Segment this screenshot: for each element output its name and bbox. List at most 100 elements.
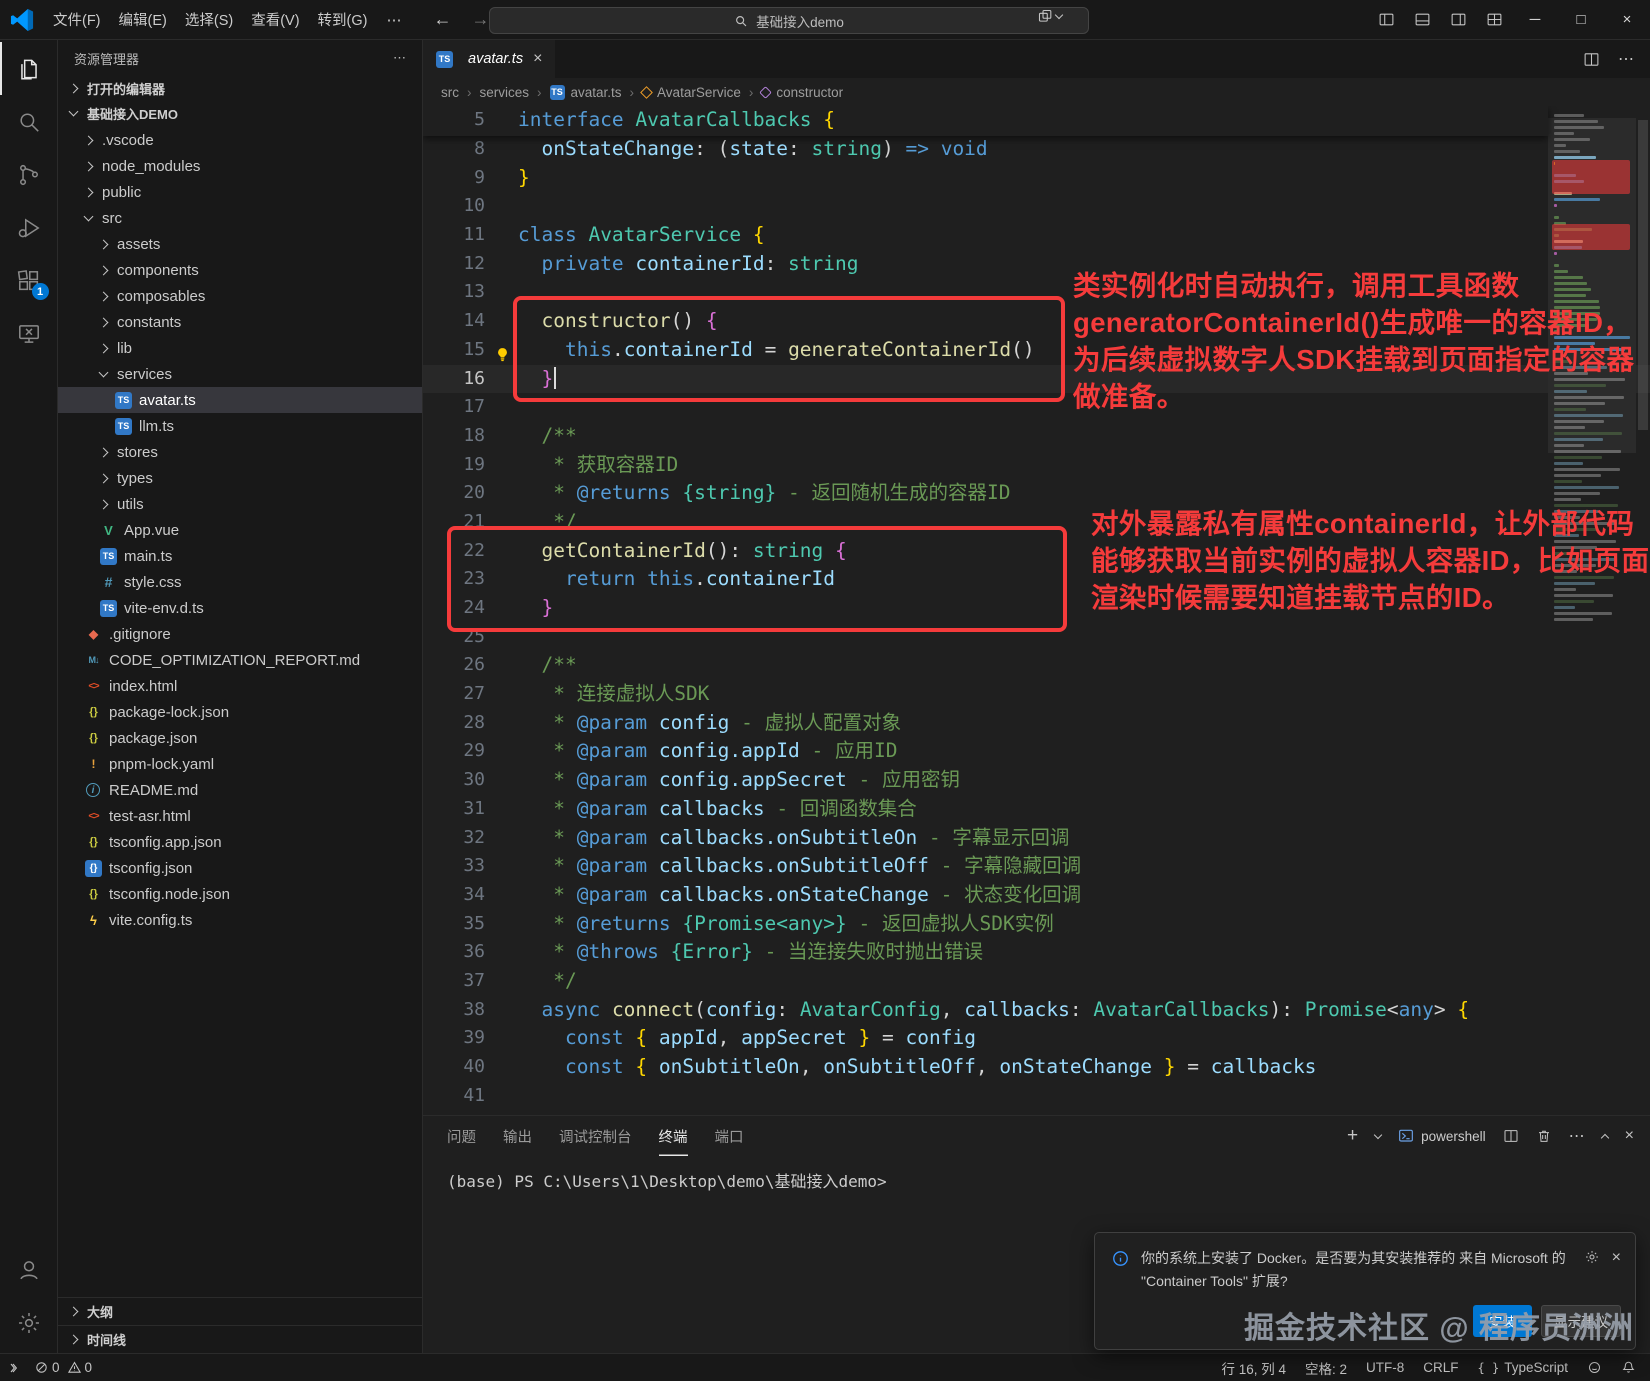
tree-folder-utils[interactable]: utils: [58, 491, 422, 517]
code-line-26[interactable]: 26 /**: [423, 651, 1650, 680]
chevron-right-icon[interactable]: [98, 239, 109, 249]
code-line-28[interactable]: 28 * @param config - 虚拟人配置对象: [423, 709, 1650, 738]
window-close-button[interactable]: ×: [1604, 0, 1650, 39]
code-line-32[interactable]: 32 * @param callbacks.onSubtitleOn - 字幕显…: [423, 824, 1650, 853]
line-number[interactable]: 26: [423, 651, 485, 680]
tree-folder-constants[interactable]: constants: [58, 309, 422, 335]
tree-file-package-lock.json[interactable]: {} package-lock.json: [58, 699, 422, 725]
tree-folder-node_modules[interactable]: node_modules: [58, 153, 422, 179]
chevron-right-icon[interactable]: [83, 161, 94, 171]
breadcrumb-src[interactable]: src: [441, 85, 459, 100]
profiles-icon[interactable]: [1037, 8, 1064, 25]
code-line-9[interactable]: 9}: [423, 164, 1650, 193]
line-number[interactable]: 41: [423, 1082, 485, 1111]
tree-folder-.vscode[interactable]: .vscode: [58, 127, 422, 153]
code-line-41[interactable]: 41: [423, 1082, 1650, 1111]
scrollbar-thumb[interactable]: [1638, 120, 1648, 430]
line-number[interactable]: 39: [423, 1024, 485, 1053]
line-number[interactable]: 20: [423, 479, 485, 508]
line-number[interactable]: 36: [423, 938, 485, 967]
code-line-30[interactable]: 30 * @param config.appSecret - 应用密钥: [423, 766, 1650, 795]
terminal-profile-chevron-icon[interactable]: [1373, 1130, 1383, 1139]
line-number[interactable]: 30: [423, 766, 485, 795]
code-line-27[interactable]: 27 * 连接虚拟人SDK: [423, 680, 1650, 709]
code-line-10[interactable]: 10: [423, 192, 1650, 221]
language-mode[interactable]: { } TypeScript: [1478, 1360, 1568, 1375]
tree-file-avatar.ts[interactable]: TS avatar.ts: [58, 387, 422, 413]
run-debug-icon[interactable]: [0, 201, 58, 254]
settings-gear-icon[interactable]: [0, 1296, 58, 1349]
code-line-11[interactable]: 11 class AvatarService {: [423, 221, 1650, 250]
tree-folder-services[interactable]: services: [58, 361, 422, 387]
toggle-sidebar-icon[interactable]: [1368, 0, 1404, 39]
tab-close-icon[interactable]: ×: [533, 50, 542, 68]
problems-indicator[interactable]: 0 0: [34, 1360, 92, 1375]
menu-文件(F)[interactable]: 文件(F): [44, 5, 110, 34]
line-number[interactable]: 11: [423, 221, 485, 250]
cursor-position[interactable]: 行 16, 列 4: [1221, 1358, 1286, 1378]
tree-file-vite.config.ts[interactable]: ϟ vite.config.ts: [58, 907, 422, 933]
line-number[interactable]: 37: [423, 967, 485, 996]
line-number[interactable]: 16: [423, 365, 485, 394]
encoding[interactable]: UTF-8: [1366, 1360, 1404, 1375]
split-editor-icon[interactable]: [1583, 51, 1600, 68]
chevron-right-icon[interactable]: [98, 291, 109, 301]
indentation[interactable]: 空格: 2: [1305, 1358, 1347, 1378]
tree-file-test-asr.html[interactable]: <> test-asr.html: [58, 803, 422, 829]
extensions-icon[interactable]: 1: [0, 254, 58, 307]
line-number[interactable]: 12: [423, 250, 485, 279]
code-line-36[interactable]: 36 * @throws {Error} - 当连接失败时抛出错误: [423, 938, 1650, 967]
code-line-37[interactable]: 37 */: [423, 967, 1650, 996]
line-number[interactable]: 38: [423, 996, 485, 1025]
tab-avatar-ts[interactable]: TS avatar.ts ×: [423, 40, 556, 78]
line-number[interactable]: 28: [423, 709, 485, 738]
tree-file-App.vue[interactable]: V App.vue: [58, 517, 422, 543]
panel-tab-调试控制台[interactable]: 调试控制台: [559, 1116, 632, 1156]
line-number[interactable]: 34: [423, 881, 485, 910]
nav-forward-icon[interactable]: →: [471, 9, 489, 30]
code-line-33[interactable]: 33 * @param callbacks.onSubtitleOff - 字幕…: [423, 852, 1650, 881]
line-number[interactable]: 18: [423, 422, 485, 451]
tree-folder-assets[interactable]: assets: [58, 231, 422, 257]
tree-folder-composables[interactable]: composables: [58, 283, 422, 309]
source-control-icon[interactable]: [0, 148, 58, 201]
code-line-31[interactable]: 31 * @param callbacks - 回调函数集合: [423, 795, 1650, 824]
chevron-right-icon[interactable]: [98, 499, 109, 509]
chevron-right-icon[interactable]: [83, 187, 94, 197]
tree-folder-public[interactable]: public: [58, 179, 422, 205]
line-number[interactable]: 15: [423, 336, 485, 365]
line-number[interactable]: 35: [423, 910, 485, 939]
code-line-38[interactable]: 38 async connect(config: AvatarConfig, c…: [423, 996, 1650, 1025]
eol-sequence[interactable]: CRLF: [1423, 1360, 1458, 1375]
editor-more-icon[interactable]: ⋯: [1618, 49, 1634, 69]
line-number[interactable]: 40: [423, 1053, 485, 1082]
breadcrumb-AvatarService[interactable]: AvatarService: [640, 85, 741, 100]
code-line-29[interactable]: 29 * @param config.appId - 应用ID: [423, 737, 1650, 766]
chevron-right-icon[interactable]: [98, 447, 109, 457]
breadcrumb-services[interactable]: services: [480, 85, 530, 100]
window-maximize-button[interactable]: □: [1558, 0, 1604, 39]
tree-file-tsconfig.app.json[interactable]: {} tsconfig.app.json: [58, 829, 422, 855]
remote-explorer-icon[interactable]: [0, 307, 58, 360]
tree-folder-stores[interactable]: stores: [58, 439, 422, 465]
menu-选择(S)[interactable]: 选择(S): [176, 5, 242, 34]
tree-folder-src[interactable]: src: [58, 205, 422, 231]
kill-terminal-trash-icon[interactable]: [1536, 1128, 1552, 1144]
code-editor[interactable]: 8 onStateChange: (state: string) => void…: [423, 106, 1650, 1115]
window-minimize-button[interactable]: ─: [1512, 0, 1558, 39]
terminal-shell-item[interactable]: powershell: [1398, 1128, 1486, 1144]
close-panel-icon[interactable]: ×: [1625, 1127, 1634, 1145]
code-line-39[interactable]: 39 const { appId, appSecret } = config: [423, 1024, 1650, 1053]
line-number[interactable]: 19: [423, 451, 485, 480]
code-line-19[interactable]: 19 * 获取容器ID: [423, 451, 1650, 480]
code-line-18[interactable]: 18 /**: [423, 422, 1650, 451]
tree-folder-lib[interactable]: lib: [58, 335, 422, 361]
chevron-right-icon[interactable]: [98, 343, 109, 353]
breadcrumb-avatar.ts[interactable]: TS avatar.ts: [549, 84, 622, 100]
menu-查看(V)[interactable]: 查看(V): [242, 5, 308, 34]
tree-file-README.md[interactable]: i README.md: [58, 777, 422, 803]
line-number[interactable]: 14: [423, 307, 485, 336]
timeline-section[interactable]: 时间线: [58, 1325, 422, 1353]
tree-file-tsconfig.json[interactable]: {} tsconfig.json: [58, 855, 422, 881]
tree-file-tsconfig.node.json[interactable]: {} tsconfig.node.json: [58, 881, 422, 907]
